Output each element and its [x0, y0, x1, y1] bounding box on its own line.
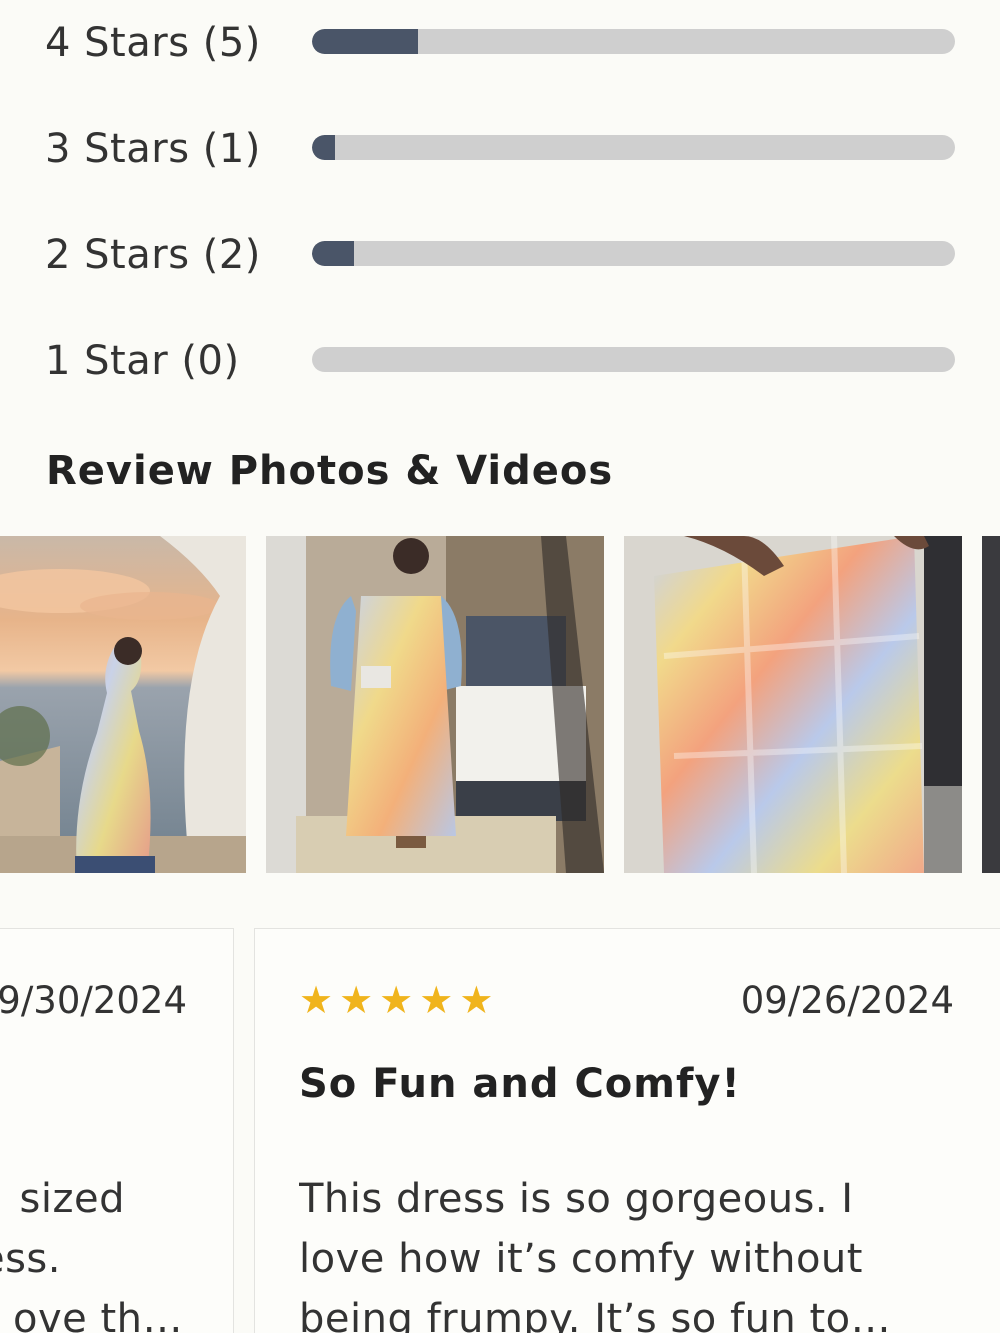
review-star-rating: ★ ★ ★ ★ ★	[299, 981, 493, 1019]
rating-label: 2 Stars (2)	[45, 232, 261, 278]
review-body-line: sized	[19, 1176, 125, 1222]
review-photo-image	[0, 536, 246, 873]
star-icon: ★	[419, 978, 454, 1022]
rating-bar-fill	[312, 135, 335, 160]
review-body-line: ess.	[0, 1236, 61, 1282]
star-icon: ★	[299, 978, 334, 1022]
rating-row-1-star[interactable]: 1 Star (0)	[45, 330, 955, 390]
rating-bar-fill	[312, 29, 419, 54]
rating-row-2-stars[interactable]: 2 Stars (2)	[45, 224, 955, 284]
review-photo-image	[266, 536, 604, 873]
review-photo[interactable]	[0, 536, 246, 873]
rating-bar-fill	[312, 241, 355, 266]
rating-row-3-stars[interactable]: 3 Stars (1)	[45, 118, 955, 178]
review-photo-partial[interactable]	[982, 536, 1000, 873]
review-body-line: being frumpy. It’s so fun to…	[299, 1296, 892, 1333]
review-card[interactable]: ★ ★ ★ ★ ★ 09/26/2024 So Fun and Comfy! T…	[254, 928, 1000, 1333]
review-card[interactable]: 9/30/2024 sized ess. ove th…	[0, 928, 234, 1333]
review-photo-image	[624, 536, 962, 873]
review-body: This dress is so gorgeous. I love how it…	[299, 1169, 939, 1333]
rating-label: 3 Stars (1)	[45, 126, 261, 172]
review-body-line: love how it’s comfy without	[299, 1236, 863, 1282]
star-icon: ★	[379, 978, 414, 1022]
review-date: 9/30/2024	[0, 979, 187, 1022]
rating-label: 1 Star (0)	[45, 338, 240, 384]
review-body: sized ess. ove th…	[0, 1169, 183, 1333]
rating-bar	[312, 241, 955, 266]
rating-bar	[312, 347, 955, 372]
review-date: 09/26/2024	[740, 979, 954, 1022]
star-icon: ★	[459, 978, 494, 1022]
reviews-page: 4 Stars (5) 3 Stars (1) 2 Stars (2) 1 St…	[0, 0, 1000, 1333]
review-photo[interactable]	[266, 536, 604, 873]
rating-row-4-stars[interactable]: 4 Stars (5)	[45, 12, 955, 72]
review-body-line: ove th…	[12, 1296, 183, 1333]
review-photo-image	[982, 536, 1000, 873]
rating-bar	[312, 29, 955, 54]
review-title: So Fun and Comfy!	[299, 1061, 741, 1107]
review-photo[interactable]	[624, 536, 962, 873]
rating-label: 4 Stars (5)	[45, 20, 261, 66]
rating-bar	[312, 135, 955, 160]
review-media-heading: Review Photos & Videos	[46, 448, 614, 494]
star-icon: ★	[339, 978, 374, 1022]
review-body-line: This dress is so gorgeous. I	[299, 1176, 854, 1222]
